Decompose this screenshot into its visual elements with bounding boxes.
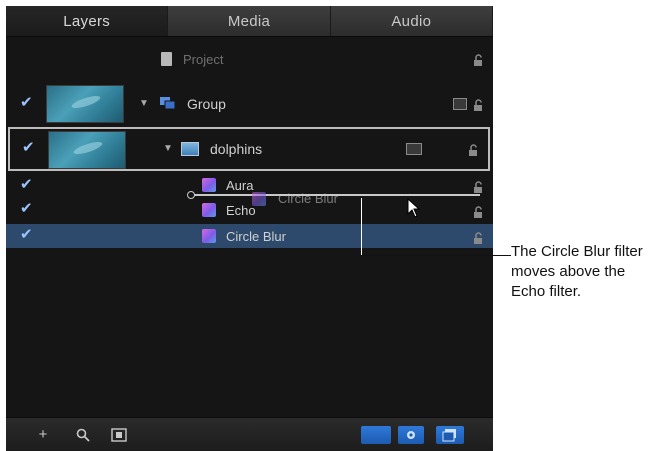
bottom-toolbar: + (6, 417, 493, 451)
dolphins-label: dolphins (210, 141, 263, 157)
project-label: Project (183, 52, 224, 67)
stack-view-button[interactable] (436, 426, 464, 444)
project-icon (161, 52, 172, 66)
lock-icon[interactable] (473, 98, 485, 111)
circle-blur-checkbox[interactable]: ✔ (20, 227, 34, 242)
plus-icon[interactable]: + (32, 426, 54, 444)
callout-line-horizontal (361, 255, 511, 256)
tab-audio[interactable]: Audio (330, 6, 493, 36)
dolphins-thumbnail (48, 131, 126, 169)
echo-checkbox[interactable]: ✔ (20, 201, 34, 216)
layers-panel: Layers Media Audio Project ✔ ▼ Group ✔ ▼… (6, 6, 493, 451)
lock-icon[interactable] (468, 143, 480, 156)
filter-icon (202, 203, 216, 217)
lock-icon[interactable] (473, 180, 485, 193)
drag-ghost-label: Circle Blur (278, 191, 338, 206)
dolphins-checkbox[interactable]: ✔ (22, 140, 36, 155)
group-stack-icon (453, 98, 467, 110)
aura-label: Aura (226, 178, 254, 193)
tab-bar: Layers Media Audio (6, 6, 493, 37)
project-row[interactable]: Project (6, 46, 493, 72)
group-label: Group (187, 96, 226, 112)
lock-icon[interactable] (473, 231, 485, 244)
search-icon[interactable] (72, 426, 94, 444)
aura-checkbox[interactable]: ✔ (20, 177, 34, 192)
disclosure-triangle-icon[interactable]: ▼ (163, 143, 173, 154)
circle-blur-label: Circle Blur (226, 229, 286, 244)
dolphins-row[interactable]: ✔ ▼ dolphins (8, 127, 490, 171)
insertion-dot (187, 191, 195, 199)
mouse-pointer-icon (407, 197, 421, 223)
group-icon (160, 97, 176, 110)
callout-text: The Circle Blur filter moves above the E… (511, 243, 643, 300)
group-thumbnail (46, 85, 124, 123)
gear-button[interactable] (398, 426, 424, 444)
group-checkbox[interactable]: ✔ (20, 95, 34, 110)
tab-layers[interactable]: Layers (6, 6, 169, 36)
filter-icon (252, 192, 266, 206)
lock-icon[interactable] (473, 53, 485, 66)
filter-row-circle-blur[interactable]: ✔ Circle Blur (6, 224, 493, 248)
group-row[interactable]: ✔ ▼ Group (6, 85, 493, 123)
echo-label: Echo (226, 203, 256, 218)
lock-icon[interactable] (473, 205, 485, 218)
disclosure-triangle-icon[interactable]: ▼ (139, 98, 149, 109)
filter-icon (202, 178, 216, 192)
image-icon (181, 142, 199, 156)
filter-icon (202, 229, 216, 243)
layer-stack-icon (406, 143, 422, 155)
frame-icon[interactable] (108, 426, 130, 444)
tab-media[interactable]: Media (168, 6, 331, 36)
layers-view-button[interactable] (361, 426, 391, 444)
callout-line-vertical (361, 198, 362, 256)
